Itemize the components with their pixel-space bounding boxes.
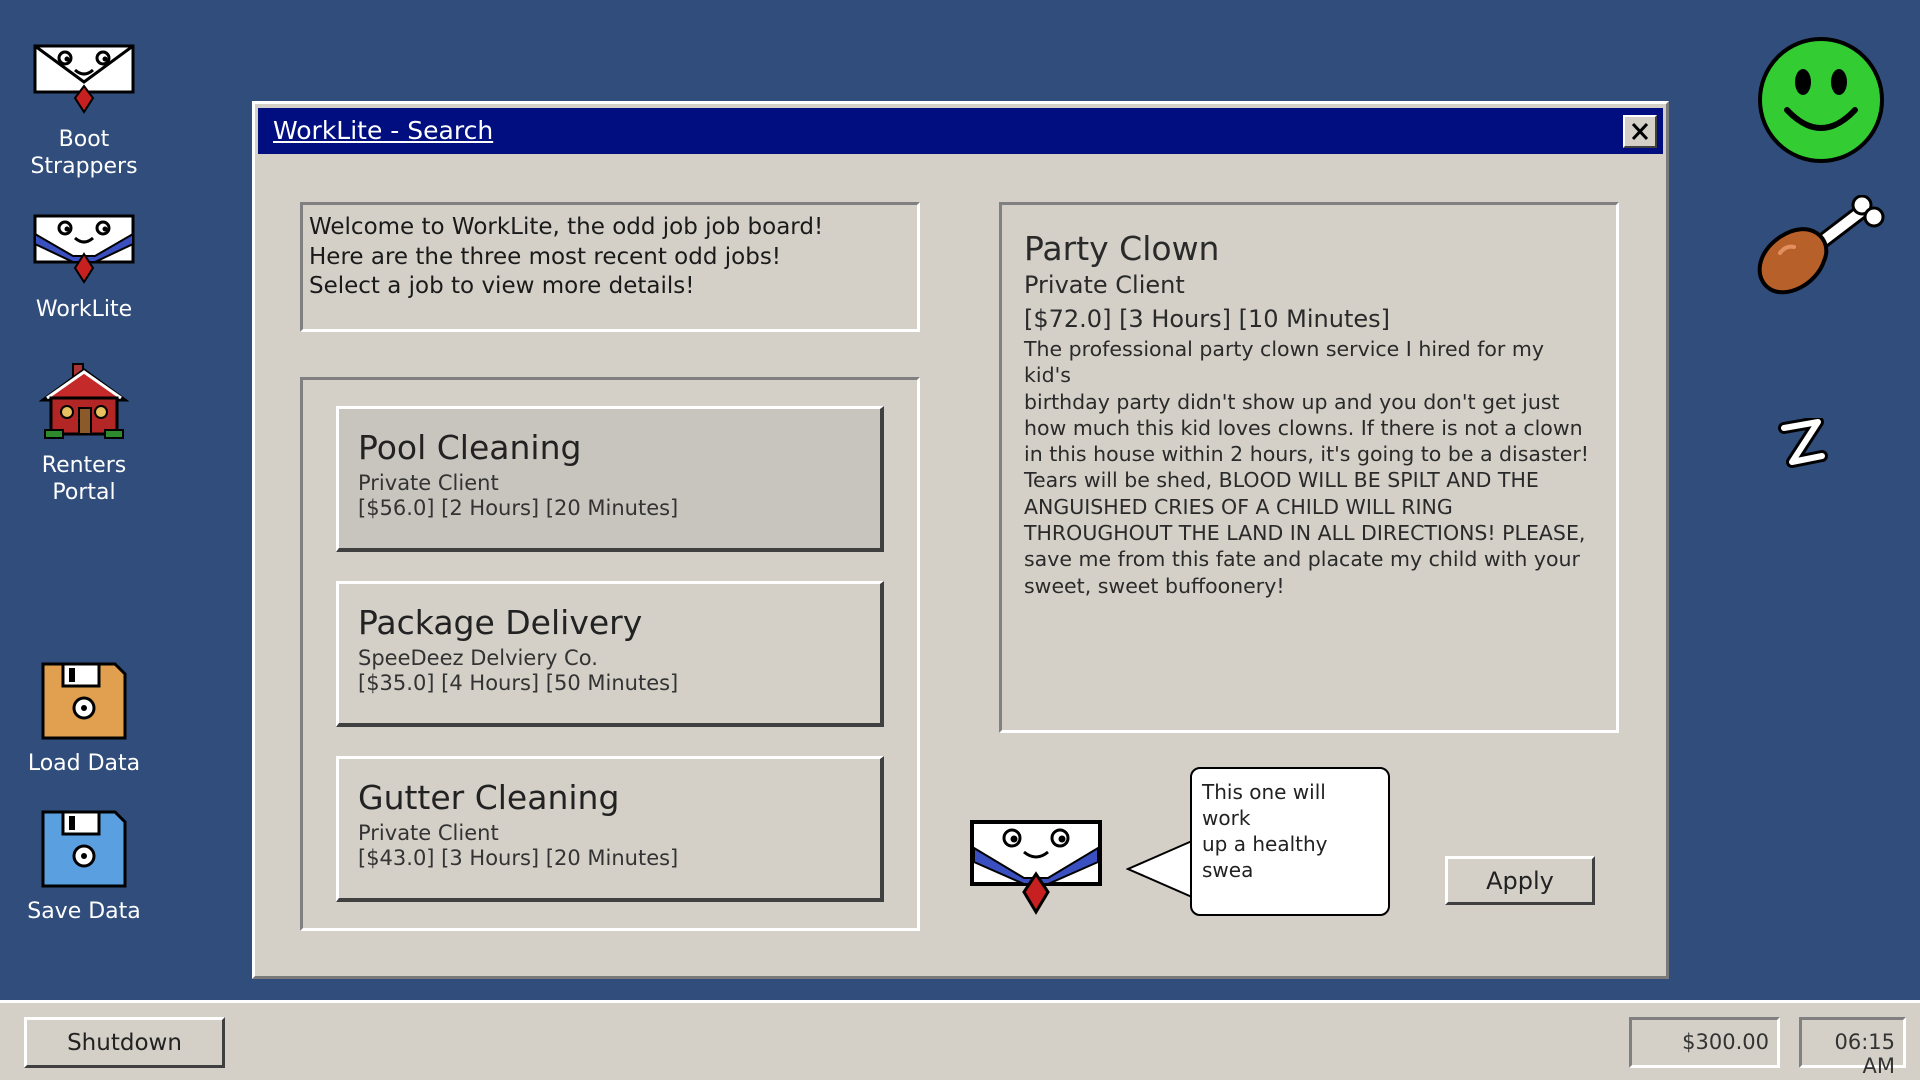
desktop-icon-label: WorkLite [35, 297, 133, 322]
sleep-z-icon [1778, 418, 1828, 468]
job-client: Private Client [358, 471, 499, 495]
bubble-line: up a healthy [1202, 832, 1328, 856]
speech-bubble: This one will work up a healthy swea [1190, 767, 1390, 916]
job-client: Private Client [358, 821, 499, 845]
job-title: Package Delivery [358, 603, 643, 642]
bubble-line: This one will work [1202, 780, 1326, 830]
job-title: Gutter Cleaning [358, 778, 620, 817]
desktop-icon-save-data[interactable]: Save Data [0, 808, 168, 925]
desktop-icon-worklite[interactable]: WorkLite [0, 214, 168, 323]
smiley-face-icon [1758, 37, 1884, 163]
job-detail-panel: Party Clown Private Client [$72.0] [3 Ho… [999, 202, 1619, 733]
boot-strappers-icon [33, 44, 135, 114]
desktop-icon-renters-portal[interactable]: Renters Portal [0, 360, 168, 506]
job-card-package-delivery[interactable]: Package Delivery SpeeDeez Delviery Co. [… [336, 581, 884, 727]
apply-button[interactable]: Apply [1445, 856, 1595, 905]
description-line: THROUGHOUT THE LAND IN ALL DIRECTIONS! P… [1024, 521, 1586, 546]
window-title: WorkLite - Search [273, 116, 494, 145]
detail-client: Private Client [1024, 271, 1185, 299]
floppy-orange-icon [41, 662, 127, 740]
detail-title: Party Clown [1024, 229, 1220, 268]
description-line: save me from this fate and placate my ch… [1024, 547, 1580, 572]
close-icon [1631, 122, 1649, 141]
welcome-line: Welcome to WorkLite, the odd job job boa… [309, 214, 824, 240]
speech-bubble-tail [1126, 839, 1194, 899]
description-line: how much this kid loves clowns. If there… [1024, 415, 1583, 440]
job-list: Pool Cleaning Private Client [$56.0] [2 … [300, 377, 920, 931]
welcome-line: Select a job to view more details! [309, 273, 695, 299]
drumstick-icon [1757, 195, 1885, 295]
description-line: The professional party clown service I h… [1024, 337, 1544, 388]
desktop-icon-load-data[interactable]: Load Data [0, 660, 168, 777]
floppy-blue-icon [41, 810, 127, 888]
desktop-icon-label: Save Data [27, 899, 141, 924]
bubble-line: swea [1202, 858, 1254, 882]
description-line: ANGUISHED CRIES OF A CHILD WILL RING [1024, 494, 1453, 519]
job-info: [$35.0] [4 Hours] [50 Minutes] [358, 671, 679, 695]
job-card-pool-cleaning[interactable]: Pool Cleaning Private Client [$56.0] [2 … [336, 406, 884, 552]
shutdown-button[interactable]: Shutdown [24, 1017, 225, 1068]
house-icon [39, 363, 129, 439]
close-button[interactable] [1623, 115, 1657, 148]
desktop-icon-label: Load Data [27, 751, 141, 776]
job-card-gutter-cleaning[interactable]: Gutter Cleaning Private Client [$43.0] [… [336, 756, 884, 902]
worklite-mascot-icon [970, 820, 1102, 915]
desktop-icon-boot-strappers[interactable]: Boot Strappers [0, 44, 168, 180]
job-title: Pool Cleaning [358, 428, 582, 467]
description-line: birthday party didn't show up and you do… [1024, 389, 1560, 414]
taskbar: Shutdown $300.00 06:15 AM [0, 1000, 1920, 1080]
job-client: SpeeDeez Delviery Co. [358, 646, 598, 670]
job-info: [$56.0] [2 Hours] [20 Minutes] [358, 496, 679, 520]
title-bar[interactable]: WorkLite - Search [258, 108, 1663, 154]
clock-display: 06:15 AM [1799, 1017, 1906, 1078]
description-line: Tears will be shed, BLOOD WILL BE SPILT … [1024, 468, 1539, 493]
welcome-line: Here are the three most recent odd jobs! [309, 243, 782, 270]
worklite-icon [33, 214, 135, 284]
description-line: in this house within 2 hours, it's going… [1024, 442, 1589, 467]
desktop-icon-label: Renters Portal [41, 453, 127, 505]
job-info: [$43.0] [3 Hours] [20 Minutes] [358, 846, 679, 870]
desktop-icon-label: Boot Strappers [30, 127, 138, 179]
detail-description: The professional party clown service I h… [1024, 336, 1594, 599]
description-line: sweet, sweet buffoonery! [1024, 573, 1285, 598]
worklite-window: WorkLite - Search Welcome to WorkLite, t… [252, 101, 1669, 979]
detail-info: [$72.0] [3 Hours] [10 Minutes] [1024, 305, 1390, 333]
welcome-panel: Welcome to WorkLite, the odd job job boa… [300, 202, 920, 332]
money-display: $300.00 [1629, 1017, 1780, 1068]
